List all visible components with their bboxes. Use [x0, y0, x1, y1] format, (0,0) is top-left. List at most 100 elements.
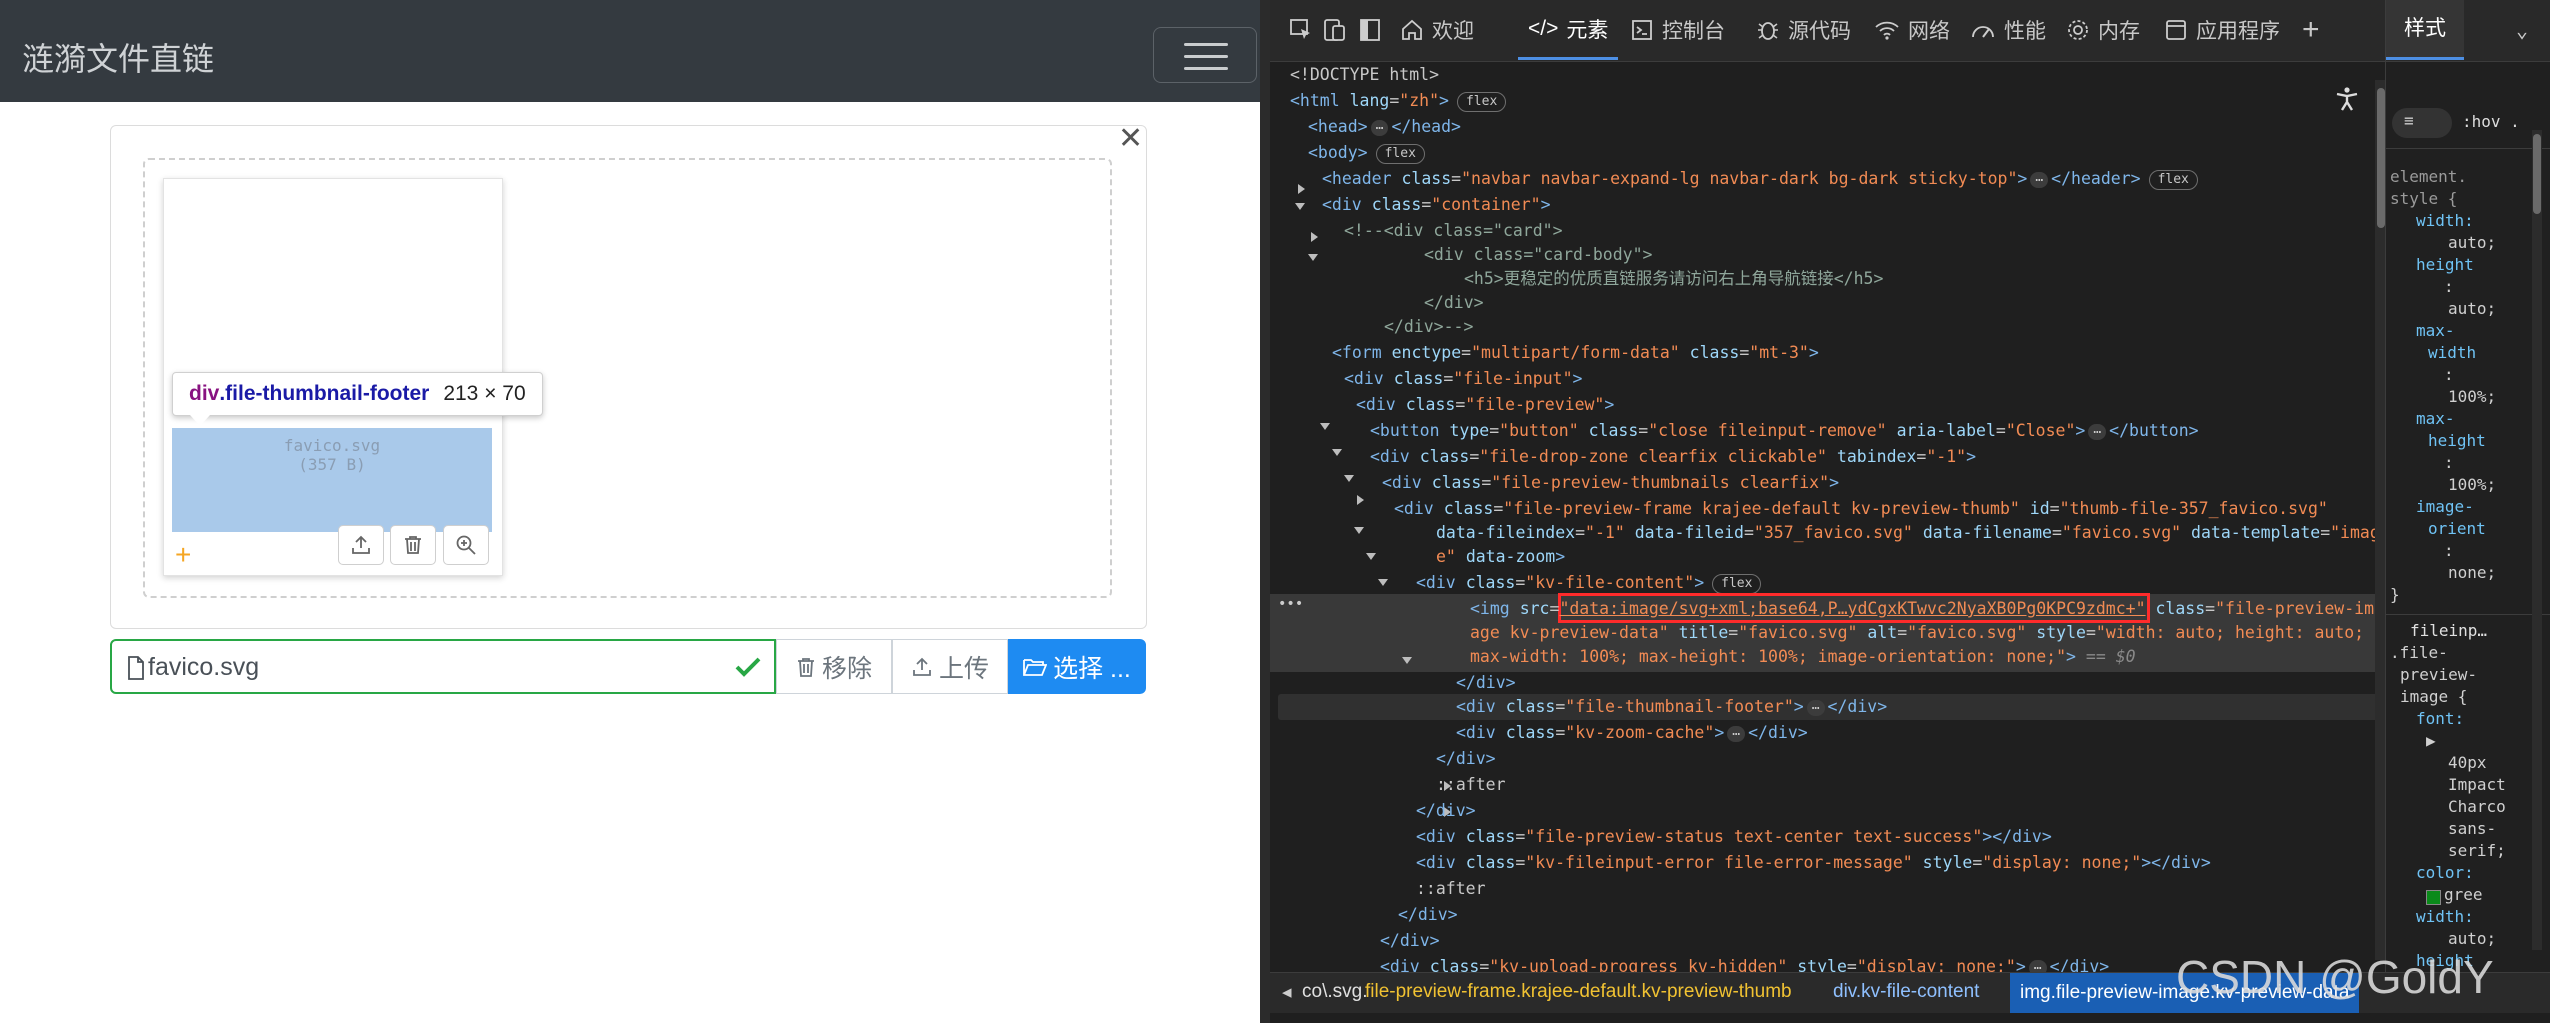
collapse-arrow[interactable] [1320, 423, 1330, 430]
dom-node[interactable]: </div> [1398, 902, 1458, 928]
file-preview-image-rule[interactable]: fileinp… .file- preview- image { font: ▶… [2390, 620, 2506, 972]
tab-memory[interactable]: 内存 [2066, 0, 2140, 60]
dom-node[interactable]: <div class="file-drop-zone clearfix clic… [1370, 444, 1976, 470]
dom-node[interactable]: <div class="file-preview-frame krajee-de… [1394, 496, 2328, 522]
filter-input[interactable]: ≡ [2392, 108, 2452, 138]
dom-node[interactable]: <head>… </head> [1308, 114, 1461, 140]
color-swatch[interactable] [2426, 890, 2441, 905]
prop-value[interactable]: auto; [2390, 298, 2496, 320]
dom-node-attrs[interactable]: data-fileindex="-1" data-fileid="357_fav… [1436, 520, 2380, 546]
tab-sources[interactable]: 源代码 [1756, 0, 1851, 60]
tab-elements[interactable]: </> 元素 [1518, 0, 1619, 60]
tab-network[interactable]: 网络 [1874, 0, 1950, 60]
dom-comment[interactable]: <h5>更稳定的优质直链服务请访问右上角导航链接</h5> [1464, 266, 1883, 292]
collapse-arrow[interactable] [1295, 203, 1305, 210]
dom-pseudo[interactable]: ::after [1416, 876, 1486, 902]
tab-welcome[interactable]: 欢迎 [1400, 0, 1474, 60]
collapse-arrow[interactable] [1332, 449, 1342, 456]
dom-node[interactable]: <div class="file-preview-thumbnails clea… [1382, 470, 1839, 496]
prop-value[interactable]: gree [2444, 884, 2483, 906]
dom-pseudo[interactable]: ::after [1436, 772, 1506, 798]
chevron-down-icon[interactable]: ⌄ [2516, 18, 2528, 42]
dom-node[interactable]: <div class="kv-fileinput-error file-erro… [1416, 850, 2211, 876]
breadcrumb-scroll-left-icon[interactable]: ◂ [1282, 981, 1292, 1004]
dom-node[interactable]: <div class="file-thumbnail-footer">… </di… [1456, 694, 1887, 720]
element-style-rule[interactable]: element. style { width: auto; height : a… [2390, 166, 2496, 606]
add-tab-icon[interactable]: + [2302, 0, 2320, 60]
prop-value[interactable]: auto; [2390, 928, 2506, 950]
breadcrumb-item[interactable]: div.kv-file-content [1833, 981, 1979, 1003]
prop-value[interactable]: 40px [2390, 752, 2506, 774]
flex-badge[interactable]: flex [2148, 169, 2198, 190]
prop-name[interactable]: color: [2390, 862, 2506, 884]
dom-node[interactable]: </div> [1456, 670, 1516, 696]
node-more-icon[interactable]: ••• [1278, 596, 1303, 612]
dom-node-attrs[interactable]: e" data-zoom> [1436, 544, 1565, 570]
dom-node[interactable]: <form enctype="multipart/form-data" clas… [1332, 340, 1819, 366]
flex-badge[interactable]: flex [1456, 91, 1507, 112]
dom-node[interactable]: <html lang="zh"> flex [1290, 88, 1507, 114]
device-emulation-icon[interactable] [1322, 17, 1348, 43]
expand-arrow[interactable] [1311, 232, 1318, 242]
dom-node-selected[interactable]: max-width: 100%; max-height: 100%; image… [1470, 644, 2136, 670]
rule-source[interactable]: fileinp… [2390, 620, 2506, 642]
breadcrumb-item[interactable]: co\.svg. [1302, 981, 1367, 1003]
dom-comment[interactable]: <div class="card-body"> [1424, 242, 1652, 268]
expand-arrow[interactable] [1357, 495, 1364, 505]
remove-file-button[interactable] [390, 525, 436, 565]
styles-scrollbar-thumb[interactable] [2533, 134, 2541, 214]
dom-comment[interactable]: </div>--> [1384, 314, 1473, 340]
navbar-toggler-button[interactable] [1153, 27, 1257, 83]
prop-value[interactable]: none; [2390, 562, 2496, 584]
dom-node[interactable]: <body> flex [1308, 140, 1425, 166]
prop-name[interactable]: image- [2390, 496, 2496, 518]
flex-badge[interactable]: flex [1712, 573, 1762, 594]
dom-node[interactable]: <div class="file-preview"> [1356, 392, 1614, 418]
collapse-arrow[interactable] [1402, 657, 1412, 664]
prop-name[interactable]: width: [2390, 210, 2496, 232]
dom-node[interactable]: <!DOCTYPE html> [1290, 62, 1439, 88]
prop-name[interactable]: max- [2390, 320, 2496, 342]
tab-console[interactable]: 控制台 [1630, 0, 1725, 60]
prop-name[interactable]: height [2390, 254, 2496, 276]
prop-value[interactable]: Impact [2390, 774, 2506, 796]
collapse-arrow[interactable] [1308, 254, 1318, 261]
prop-name[interactable]: width: [2390, 906, 2506, 928]
dom-node[interactable]: <div class="container"> [1322, 192, 1551, 218]
dom-node-selected[interactable]: <img src="data:image/svg+xml;base64,P…yd… [1470, 596, 2374, 622]
dom-tree[interactable]: ••• <!DOCTYPE html> <html lang="zh"> flex… [1270, 62, 2385, 972]
prop-value[interactable]: 100%; [2390, 474, 2496, 496]
dom-node-selected[interactable]: age kv-preview-data" title="favico.svg" … [1470, 620, 2364, 646]
prop-expand-icon[interactable]: ▶ [2390, 730, 2506, 752]
dom-scrollbar-thumb[interactable] [2377, 88, 2385, 228]
prop-name[interactable]: orient [2390, 518, 2496, 540]
dom-node[interactable]: <div class="file-input"> [1344, 366, 1582, 392]
styles-scrollbar[interactable] [2532, 130, 2542, 950]
upload-button[interactable]: 上传 [892, 639, 1008, 694]
drag-handle-icon[interactable]: + [175, 540, 191, 570]
sidebar-toggle-icon[interactable] [1358, 17, 1382, 43]
prop-value[interactable]: Charco [2390, 796, 2506, 818]
collapse-arrow[interactable] [1344, 475, 1354, 482]
accessibility-icon[interactable] [2334, 86, 2360, 112]
prop-name[interactable]: max- [2390, 408, 2496, 430]
dom-node[interactable]: <div class="kv-zoom-cache">… </div> [1456, 720, 1808, 746]
dom-node[interactable]: <header class="navbar navbar-expand-lg n… [1322, 166, 2198, 192]
file-caption-field[interactable]: favico.svg [110, 639, 776, 694]
tab-performance[interactable]: 性能 [1970, 0, 2046, 60]
dom-comment[interactable]: <!--<div class="card"> [1344, 218, 1563, 244]
dom-node[interactable]: </div> [1436, 746, 1496, 772]
zoom-file-button[interactable] [443, 525, 489, 565]
collapse-arrow[interactable] [1366, 553, 1376, 560]
prop-value[interactable]: sans- [2390, 818, 2506, 840]
close-icon[interactable]: ✕ [1118, 124, 1143, 154]
dom-node[interactable]: </div> [1380, 928, 1440, 954]
inspect-element-icon[interactable] [1288, 17, 1314, 43]
prop-value[interactable]: 100%; [2390, 386, 2496, 408]
tab-application[interactable]: 应用程序 [2164, 0, 2280, 60]
dom-node[interactable]: <button type="button" class="close filei… [1370, 418, 2199, 444]
prop-name[interactable]: font: [2390, 708, 2506, 730]
prop-value[interactable]: auto; [2390, 232, 2496, 254]
collapse-arrow[interactable] [1354, 527, 1364, 534]
expand-arrow[interactable] [1298, 184, 1305, 194]
